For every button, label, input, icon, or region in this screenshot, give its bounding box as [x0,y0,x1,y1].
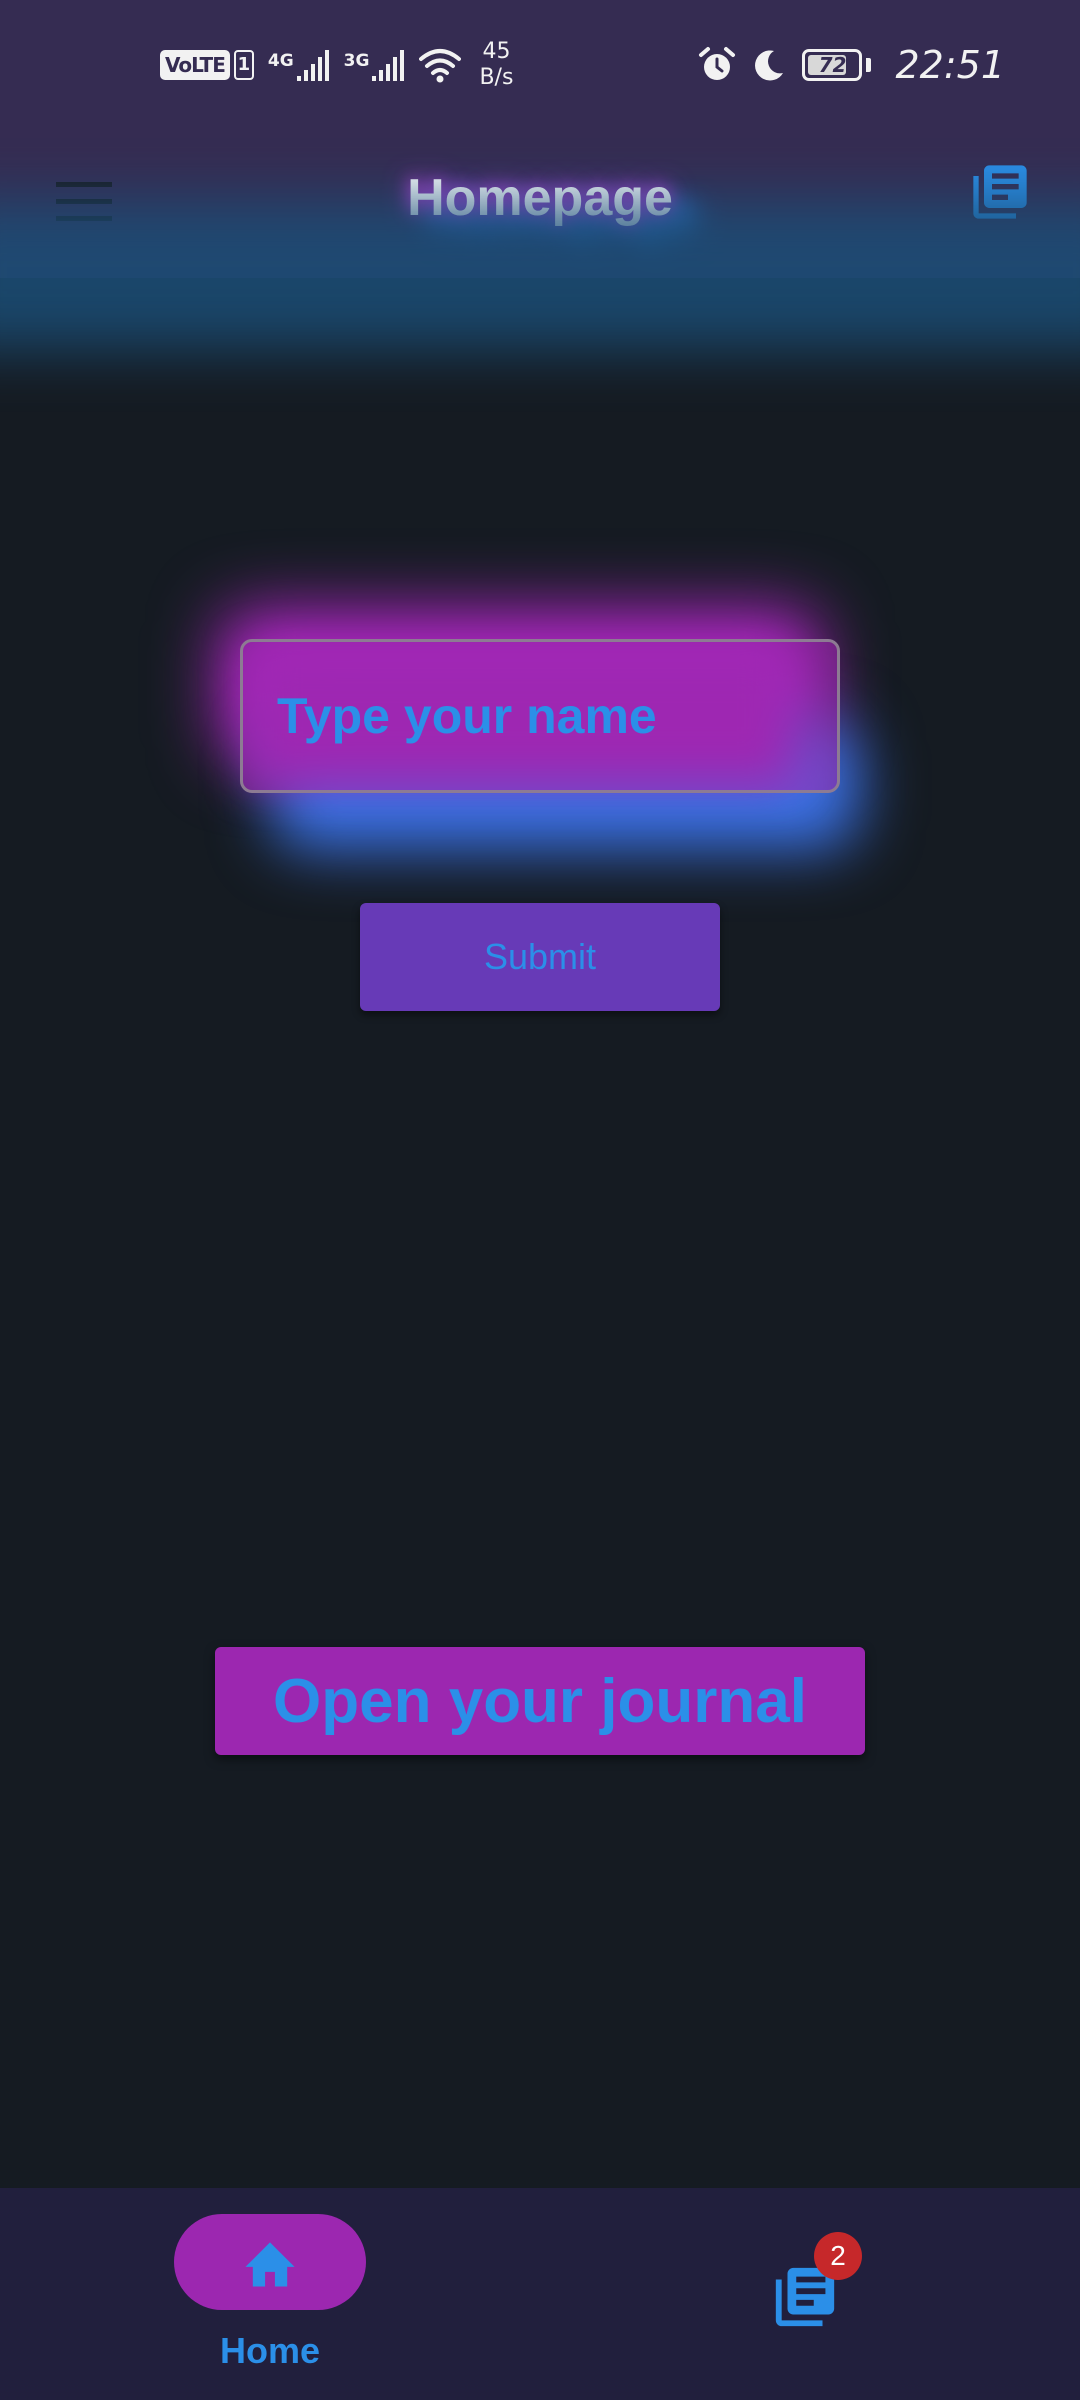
status-bar: VoLTE 1 4G 3G 45 B/s 72 22:51 [0,0,1080,130]
notification-badge: 2 [814,2232,862,2280]
volte-indicator: VoLTE 1 [160,50,254,80]
network-speed-unit: B/s [479,65,514,90]
alarm-icon [699,47,736,80]
network-speed-value: 45 [482,39,511,64]
bottom-navigation: Home 2 [0,2188,1080,2400]
open-journal-button[interactable]: Open your journal [215,1647,865,1755]
app-screen: VoLTE 1 4G 3G 45 B/s 72 22:51 Homepage T… [0,0,1080,2400]
network-type-label: 3G [343,51,370,71]
volte-badge: VoLTE [160,50,230,80]
network-speed: 45 B/s [479,39,513,91]
home-icon [245,2242,295,2287]
sim-slot-badge: 1 [233,50,254,80]
battery-level: 72 [818,53,847,77]
network-type-label: 4G [267,51,294,71]
battery-tip [866,58,872,72]
nav-label-home: Home [219,2330,321,2371]
wifi-icon [419,49,462,83]
status-bar-left: VoLTE 1 4G 3G 45 B/s [160,0,513,130]
status-time: 22:51 [895,43,1005,87]
battery-icon: 72 [802,49,863,81]
top-glow-decoration [0,200,1080,350]
home-indicator-pill [174,2214,366,2310]
cell-signal-icon [372,50,405,81]
signal-4g: 4G [268,48,330,82]
moon-icon [755,50,784,81]
nav-item-journal[interactable]: 2 [770,2232,880,2342]
submit-button[interactable]: Submit [360,903,720,1011]
name-input[interactable] [240,639,840,793]
signal-3g: 3G [344,48,406,82]
nav-item-home[interactable]: Home [150,2214,390,2384]
cell-signal-icon [296,50,329,81]
status-bar-right: 72 22:51 [698,0,1005,130]
